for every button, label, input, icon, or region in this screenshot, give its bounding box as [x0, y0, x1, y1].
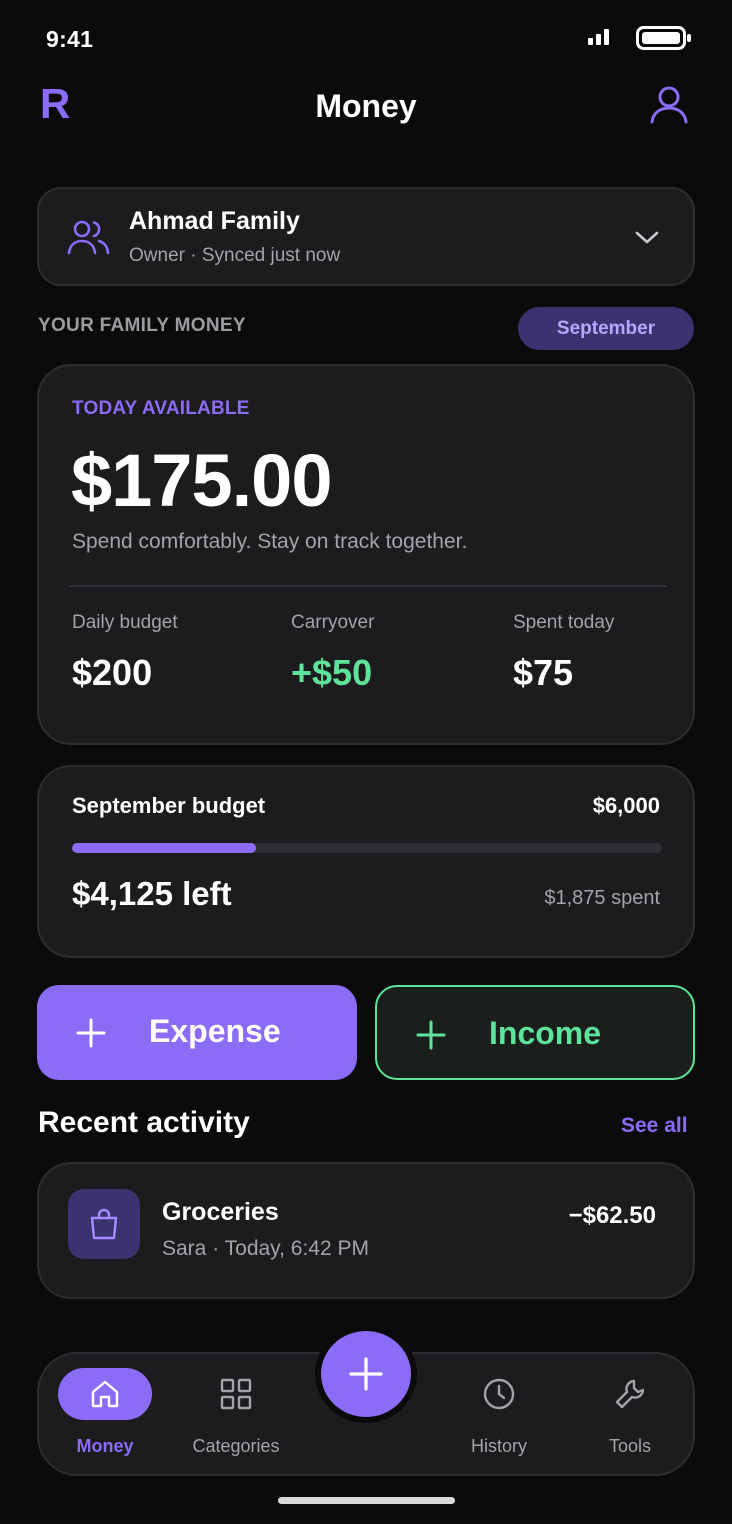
family-status: Owner · Synced just now — [129, 245, 341, 266]
budget-left: $4,125 left — [72, 875, 232, 912]
activity-name: Groceries — [162, 1198, 279, 1226]
stat-value-daily-budget: $200 — [72, 652, 153, 693]
stat-value-spent-today: $75 — [513, 652, 574, 693]
chevron-down-icon — [635, 231, 659, 244]
shopping-bag-icon — [90, 1208, 118, 1240]
nav-item-tools[interactable]: Tools — [570, 1368, 690, 1468]
nav-icon-container — [189, 1368, 283, 1420]
stat-label-carryover: Carryover — [291, 612, 375, 633]
recent-activity-title: Recent activity — [38, 1106, 250, 1139]
nav-label-categories: Categories — [192, 1436, 280, 1456]
nav-item-history[interactable]: History — [439, 1368, 559, 1468]
budget-progress-fill — [72, 843, 257, 853]
nav-item-categories[interactable]: Categories — [176, 1368, 296, 1468]
nav-item-money[interactable]: Money — [45, 1368, 165, 1468]
today-available-card: TODAY AVAILABLE $175.00 Spend comfortabl… — [37, 364, 695, 745]
signal-icon — [588, 29, 609, 45]
users-icon — [67, 220, 110, 255]
quick-add-button[interactable] — [321, 1331, 411, 1417]
today-label: TODAY AVAILABLE — [72, 398, 250, 419]
nav-label-money: Money — [76, 1436, 134, 1456]
clock-icon — [483, 1378, 515, 1410]
expense-label: Expense — [149, 1013, 281, 1049]
income-label: Income — [489, 1015, 602, 1051]
month-selector[interactable]: September — [518, 307, 694, 350]
category-icon-box — [68, 1189, 140, 1259]
stat-label-daily-budget: Daily budget — [72, 612, 178, 633]
month-budget-card[interactable]: September budget $6,000 $4,125 left $1,8… — [37, 765, 695, 958]
today-amount: $175.00 — [71, 439, 332, 522]
today-tagline: Spend comfortably. Stay on track togethe… — [72, 530, 468, 553]
activity-amount: −$62.50 — [568, 1202, 656, 1229]
budget-total: $6,000 — [592, 793, 660, 818]
nav-active-pill — [58, 1368, 152, 1420]
nav-icon-container — [583, 1368, 677, 1420]
wrench-icon — [615, 1379, 645, 1409]
budget-title: September budget — [72, 793, 266, 818]
family-name: Ahmad Family — [129, 207, 300, 235]
home-icon — [91, 1380, 119, 1408]
plus-icon — [349, 1357, 383, 1391]
nav-label-tools: Tools — [608, 1436, 652, 1456]
section-label: YOUR FAMILY MONEY — [38, 315, 246, 336]
status-time: 9:41 — [46, 26, 94, 52]
list-item[interactable]: Groceries Sara · Today, 6:42 PM −$62.50 — [37, 1162, 695, 1299]
nav-label-history: History — [470, 1436, 527, 1456]
budget-progress-bar — [72, 843, 662, 853]
plus-icon — [416, 1020, 446, 1050]
see-all-link[interactable]: See all — [621, 1114, 688, 1138]
grid-icon — [220, 1378, 252, 1410]
divider — [69, 585, 666, 587]
add-expense-button[interactable]: Expense — [37, 985, 357, 1080]
stat-value-carryover: +$50 — [291, 652, 373, 693]
home-indicator — [278, 1497, 455, 1504]
plus-icon — [76, 1018, 106, 1048]
add-income-button[interactable]: Income — [375, 985, 695, 1080]
budget-spent: $1,875 spent — [544, 887, 660, 909]
profile-icon[interactable] — [648, 84, 690, 126]
family-selector[interactable]: Ahmad Family Owner · Synced just now — [37, 187, 695, 286]
battery-icon — [636, 26, 691, 50]
page-title: Money — [315, 88, 417, 124]
nav-icon-container — [452, 1368, 546, 1420]
stat-label-spent-today: Spent today — [513, 612, 615, 633]
activity-meta: Sara · Today, 6:42 PM — [162, 1237, 369, 1260]
